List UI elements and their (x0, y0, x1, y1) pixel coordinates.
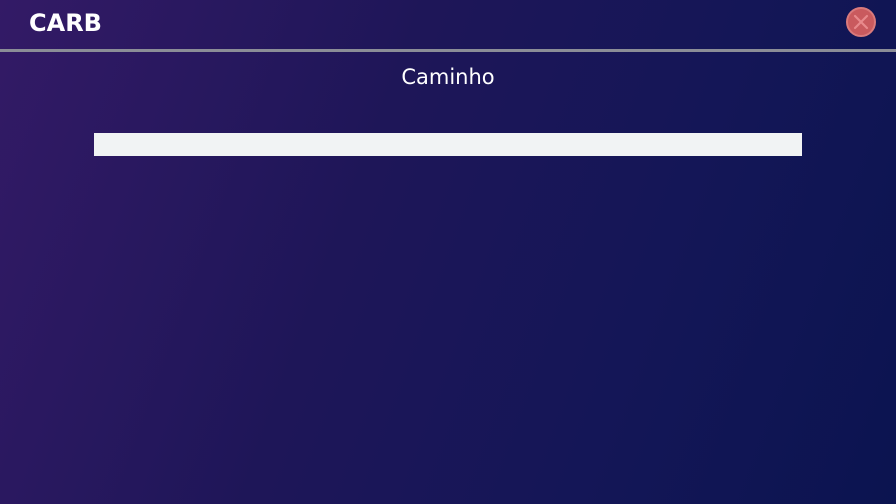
close-icon (853, 14, 869, 30)
section-title: Caminho (401, 65, 495, 89)
header-divider (0, 49, 896, 52)
close-button[interactable] (846, 7, 876, 37)
header-bar: CARB (0, 0, 896, 49)
path-input[interactable] (94, 133, 802, 156)
app-title: CARB (29, 9, 102, 37)
